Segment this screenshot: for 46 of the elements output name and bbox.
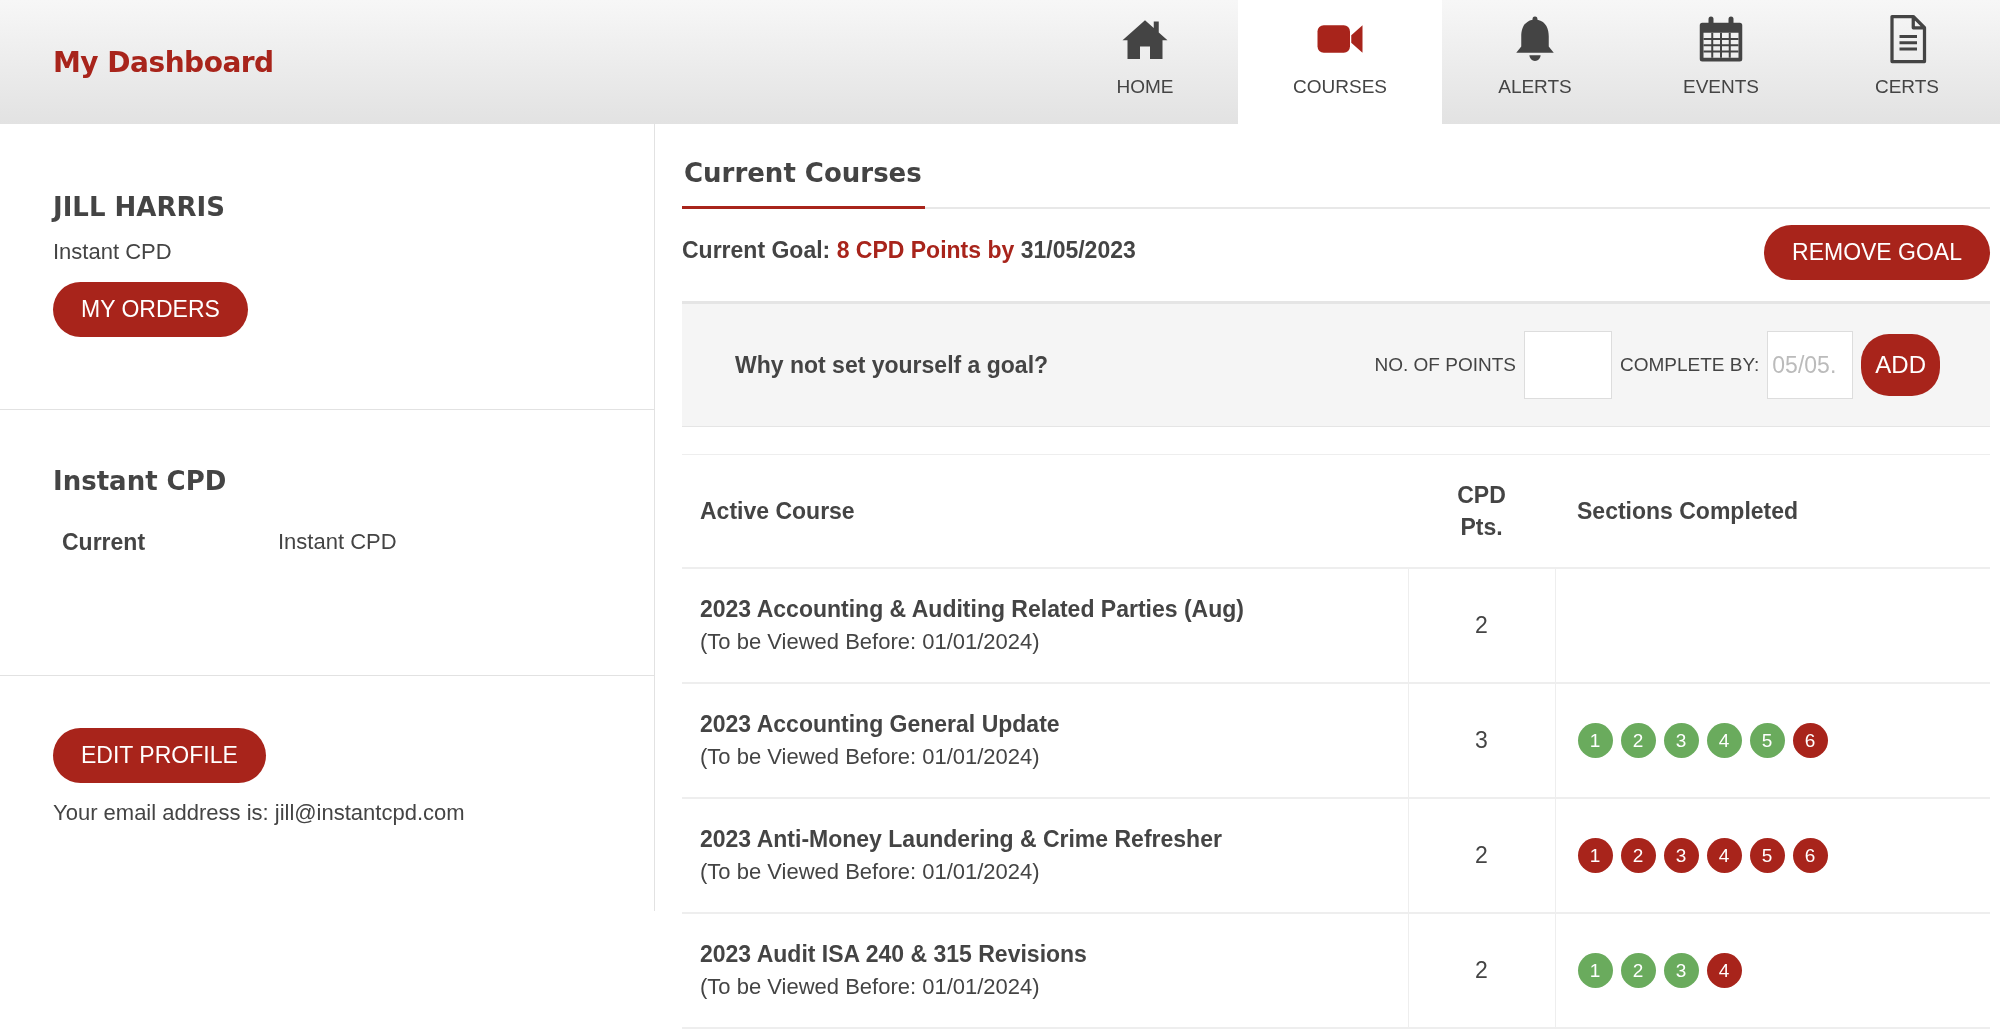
add-button[interactable]: ADD bbox=[1861, 334, 1940, 396]
points-cell: 2 bbox=[1408, 798, 1555, 913]
subscription-label: Current bbox=[62, 528, 147, 557]
points-cell: 2 bbox=[1408, 913, 1555, 1028]
course-title[interactable]: 2023 Accounting General Update bbox=[700, 707, 1390, 742]
points-cell: 2 bbox=[1408, 568, 1555, 683]
subscription-value: Instant CPD bbox=[278, 528, 397, 556]
goal-prompt: Why not set yourself a goal? bbox=[735, 351, 1049, 379]
section-badge[interactable]: 6 bbox=[1792, 723, 1828, 758]
edit-profile-button[interactable]: EDIT PROFILE bbox=[53, 728, 266, 783]
points-label: NO. OF POINTS bbox=[1374, 354, 1516, 376]
email-text: Your email address is: jill@instantcpd.com bbox=[53, 799, 466, 827]
section-badge[interactable]: 2 bbox=[1620, 838, 1656, 873]
section-badge[interactable]: 6 bbox=[1792, 838, 1828, 873]
section-badge[interactable]: 4 bbox=[1706, 953, 1742, 988]
nav-tab[interactable]: ALERTS bbox=[1442, 0, 1628, 124]
section-badge[interactable]: 1 bbox=[1577, 838, 1613, 873]
nav-tab[interactable]: CERTS bbox=[1814, 0, 2000, 124]
course-title[interactable]: 2023 Accounting & Auditing Related Parties (Aug) bbox=[700, 592, 1390, 627]
date-input[interactable]: 05/05. bbox=[1767, 331, 1854, 399]
column-header: Sections Completed bbox=[1555, 454, 1990, 568]
column-header: Active Course bbox=[682, 454, 1408, 568]
dashboard-title: My Dashboard bbox=[53, 45, 274, 79]
current-courses-tab[interactable]: Current Courses bbox=[682, 158, 925, 209]
current-goal-text: Current Goal: 8 CPD Points by 31/05/2023 bbox=[682, 237, 1136, 264]
remove-goal-button[interactable]: REMOVE GOAL bbox=[1764, 225, 1990, 280]
course-deadline: (To be Viewed Before: 01/01/2024) bbox=[700, 973, 1041, 1002]
my-orders-button[interactable]: MY ORDERS bbox=[53, 281, 248, 337]
section-badge[interactable]: 5 bbox=[1749, 838, 1785, 873]
user-name: JILL HARRIS bbox=[53, 192, 226, 222]
course-deadline: (To be Viewed Before: 01/01/2024) bbox=[700, 858, 1041, 887]
points-cell: 3 bbox=[1408, 683, 1555, 798]
nav-tab[interactable]: EVENTS bbox=[1628, 0, 1814, 124]
subscription-title: Instant CPD bbox=[53, 466, 228, 496]
nav-tab[interactable]: HOME bbox=[1052, 0, 1238, 124]
points-input[interactable] bbox=[1523, 331, 1612, 399]
course-deadline: (To be Viewed Before: 01/01/2024) bbox=[700, 743, 1041, 772]
section-badge[interactable]: 3 bbox=[1663, 838, 1699, 873]
section-badge[interactable]: 4 bbox=[1706, 838, 1742, 873]
course-title[interactable]: 2023 Audit ISA 240 & 315 Revisions bbox=[700, 937, 1390, 972]
course-deadline: (To be Viewed Before: 01/01/2024) bbox=[700, 628, 1041, 657]
company-name: Instant CPD bbox=[53, 238, 173, 266]
course-title[interactable]: 2023 Anti-Money Laundering & Crime Refresher bbox=[700, 822, 1390, 857]
complete-by-label: COMPLETE BY: bbox=[1619, 354, 1760, 376]
column-header: CPD Pts. bbox=[1408, 454, 1555, 568]
nav-tab[interactable]: COURSES bbox=[1238, 0, 1442, 124]
